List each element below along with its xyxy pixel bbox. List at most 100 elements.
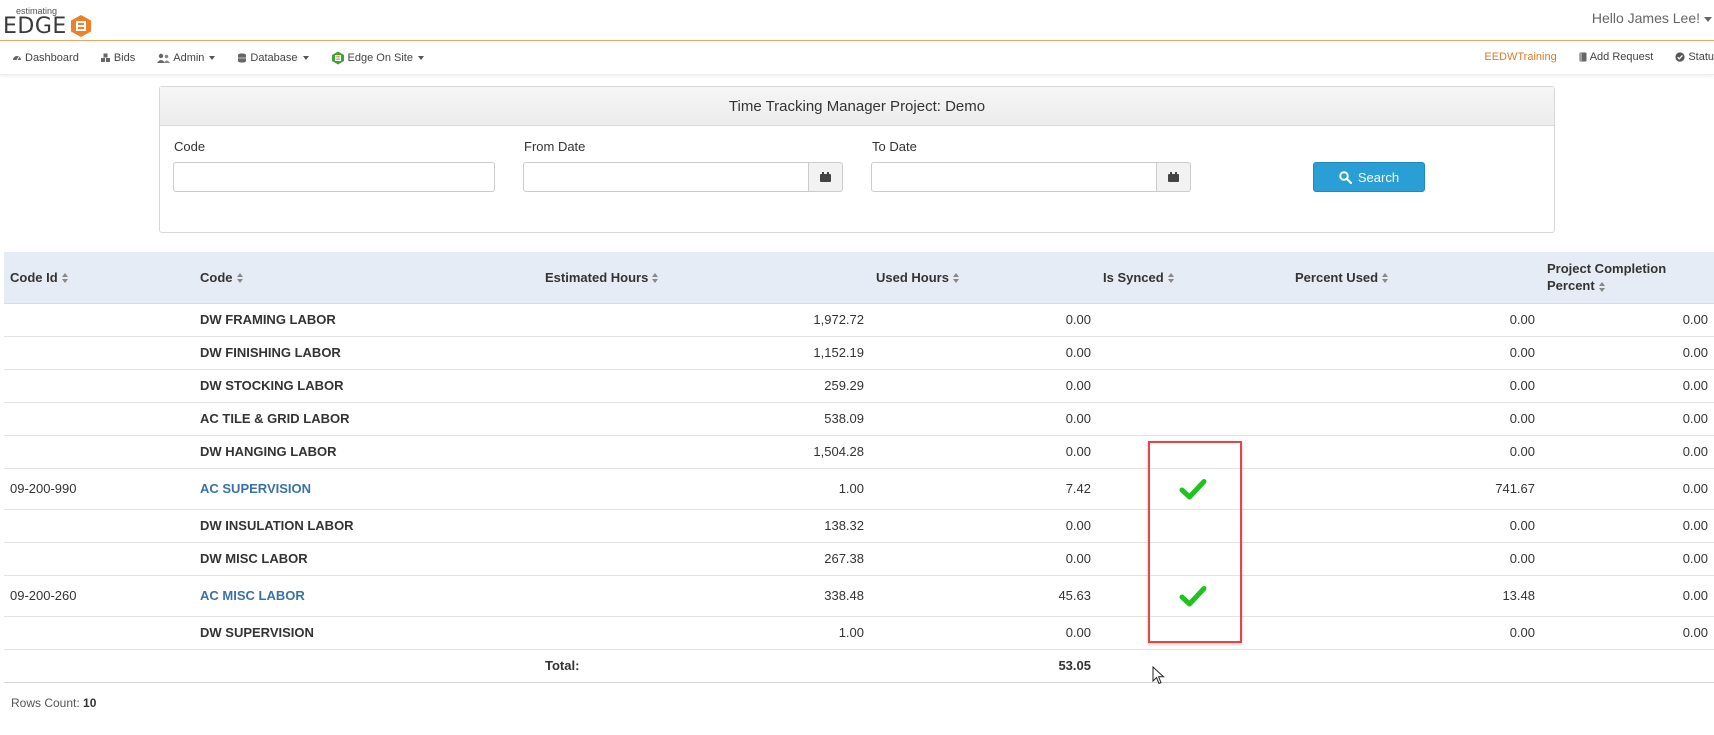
- cell-is-synced: [1097, 509, 1289, 543]
- cell-code-id: [4, 616, 194, 650]
- search-button[interactable]: Search: [1313, 162, 1425, 192]
- synced-check-icon: [1179, 478, 1207, 499]
- from-date-input[interactable]: [523, 162, 809, 192]
- cell-code: DW SUPERVISION: [194, 616, 539, 650]
- logo-wordmark: EDGE: [3, 14, 67, 39]
- nav-admin-label: Admin: [173, 52, 205, 64]
- table-row: DW STOCKING LABOR 259.29 0.00 0.00 0.00: [4, 369, 1714, 403]
- user-menu[interactable]: Hello James Lee!: [1592, 10, 1714, 26]
- table-row: AC TILE & GRID LABOR 538.09 0.00 0.00 0.00: [4, 402, 1714, 436]
- nav-edge-on-site-label: Edge On Site: [347, 52, 413, 64]
- cubes-icon: [100, 53, 110, 62]
- database-icon: [238, 53, 247, 63]
- cell-code-id: [4, 336, 194, 370]
- dashboard-icon: [13, 56, 21, 61]
- nav-training-label: EEDWTraining: [1484, 51, 1557, 63]
- col-header-code[interactable]: Code: [194, 252, 539, 304]
- cell-is-synced: [1097, 468, 1289, 510]
- cell-project-completion: 0.00: [1541, 509, 1714, 543]
- table-row: 09-200-990 AC SUPERVISION 1.00 7.42 741.67 0.…: [4, 468, 1714, 510]
- cell-used-hours: 0.00: [870, 369, 1097, 403]
- users-icon: [157, 53, 171, 63]
- cell-is-synced: [1097, 616, 1289, 650]
- cell-code-id: 09-200-260: [4, 575, 194, 617]
- cell-project-completion: 0.00: [1541, 575, 1714, 617]
- nav-dashboard[interactable]: Dashboard: [12, 51, 79, 65]
- cell-is-synced: [1097, 369, 1289, 403]
- total-used-hours: 53.05: [870, 649, 1097, 683]
- from-date-calendar-button[interactable]: [809, 162, 843, 192]
- cell-percent-used: 0.00: [1289, 336, 1541, 370]
- cell-code: DW MISC LABOR: [194, 542, 539, 576]
- col-header-project-completion-percent[interactable]: Project Completion Percent: [1541, 252, 1714, 304]
- table-body: DW FRAMING LABOR 1,972.72 0.00 0.00 0.00 DW F…: [4, 303, 1714, 683]
- col-header-is-synced[interactable]: Is Synced: [1097, 252, 1289, 304]
- nav-database[interactable]: Database: [237, 51, 309, 65]
- rows-count: Rows Count: 10: [11, 696, 96, 710]
- col-header-estimated-hours[interactable]: Estimated Hours: [539, 252, 870, 304]
- nav-add-request[interactable]: Add Request: [1579, 51, 1654, 63]
- nav-bids-label: Bids: [113, 52, 136, 64]
- cell-used-hours: 0.00: [870, 336, 1097, 370]
- cell-estimated-hours: 1.00: [539, 468, 870, 510]
- cell-code-id: [4, 542, 194, 576]
- cell-is-synced: [1097, 575, 1289, 617]
- nav-admin[interactable]: Admin: [157, 51, 216, 65]
- cell-code: DW FRAMING LABOR: [194, 303, 539, 337]
- cell-percent-used: 0.00: [1289, 402, 1541, 436]
- nav-status[interactable]: Statu: [1675, 51, 1714, 63]
- sort-icon: [1382, 273, 1389, 284]
- mouse-cursor-icon: [1152, 666, 1165, 685]
- cell-used-hours: 7.42: [870, 468, 1097, 510]
- to-date-calendar-button[interactable]: [1157, 162, 1191, 192]
- cell-used-hours: 0.00: [870, 303, 1097, 337]
- cell-estimated-hours: 1,972.72: [539, 303, 870, 337]
- book-icon: [1579, 52, 1587, 62]
- col-header-code-id[interactable]: Code Id: [4, 252, 194, 304]
- to-date-input[interactable]: [871, 162, 1157, 192]
- user-greeting: Hello James Lee!: [1591, 10, 1700, 26]
- cell-code-id: [4, 303, 194, 337]
- cell-is-synced: [1097, 303, 1289, 337]
- estimating-edge-logo[interactable]: estimating EDGE: [3, 4, 93, 39]
- cell-is-synced: [1097, 435, 1289, 469]
- search-button-label: Search: [1357, 169, 1400, 185]
- col-header-percent-used[interactable]: Percent Used: [1289, 252, 1541, 304]
- table-total-row: Total: 53.05: [4, 649, 1714, 683]
- cell-estimated-hours: 1.00: [539, 616, 870, 650]
- cell-percent-used: 0.00: [1289, 542, 1541, 576]
- edge-logo-icon: [71, 15, 91, 37]
- cell-code[interactable]: AC SUPERVISION: [194, 468, 539, 510]
- table-header-row: Code Id Code Estimated Hours Used Hours …: [4, 252, 1714, 304]
- caret-down-icon: [1704, 16, 1712, 22]
- cell-estimated-hours: 338.48: [539, 575, 870, 617]
- sort-icon: [61, 273, 69, 284]
- table-row: DW SUPERVISION 1.00 0.00 0.00 0.00: [4, 616, 1714, 650]
- nav-bids[interactable]: Bids: [100, 51, 136, 65]
- cell-code[interactable]: AC MISC LABOR: [194, 575, 539, 617]
- nav-edge-on-site[interactable]: Edge On Site: [331, 51, 424, 65]
- cell-percent-used: 0.00: [1289, 369, 1541, 403]
- to-date-label: To Date: [872, 139, 917, 154]
- nav-dashboard-label: Dashboard: [25, 52, 79, 64]
- cell-code-id: [4, 369, 194, 403]
- cell-code: DW FINISHING LABOR: [194, 336, 539, 370]
- nav-add-request-label: Add Request: [1589, 51, 1654, 63]
- sort-icon: [236, 273, 244, 284]
- cell-project-completion: 0.00: [1541, 303, 1714, 337]
- col-header-used-hours[interactable]: Used Hours: [870, 252, 1097, 304]
- cell-project-completion: 0.00: [1541, 542, 1714, 576]
- cell-estimated-hours: 1,152.19: [539, 336, 870, 370]
- nav-database-label: Database: [250, 52, 298, 64]
- time-tracking-table: Code Id Code Estimated Hours Used Hours …: [4, 252, 1714, 683]
- cell-used-hours: 45.63: [870, 575, 1097, 617]
- cell-estimated-hours: 538.09: [539, 402, 870, 436]
- table-row: DW FRAMING LABOR 1,972.72 0.00 0.00 0.00: [4, 303, 1714, 337]
- caret-down-icon: [209, 56, 216, 60]
- cell-estimated-hours: 1,504.28: [539, 435, 870, 469]
- code-input[interactable]: [173, 162, 495, 192]
- top-header: estimating EDGE Hello James Lee!: [0, 0, 1714, 41]
- edge-on-site-icon: [331, 51, 344, 65]
- nav-eedw-training[interactable]: EEDWTraining: [1484, 51, 1556, 63]
- cell-code-id: [4, 509, 194, 543]
